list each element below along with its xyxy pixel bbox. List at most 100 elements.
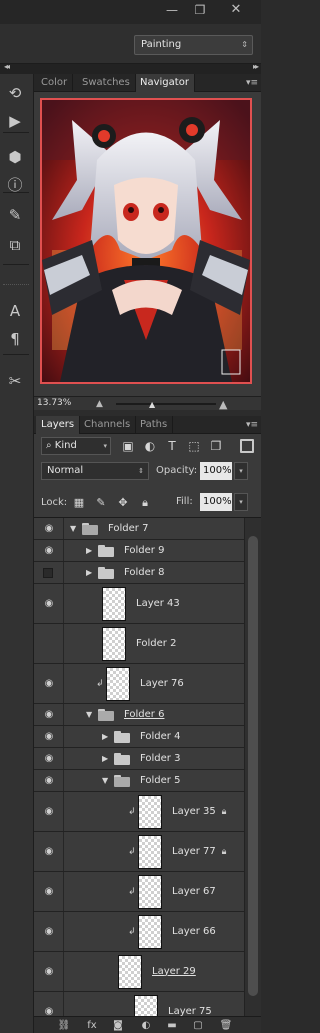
visibility-toggle[interactable]: ◉ [34, 792, 64, 831]
layer-group-row[interactable]: ◉ ▼ Folder 6 [34, 704, 244, 726]
visibility-toggle[interactable]: ◉ [34, 584, 64, 623]
layer-row[interactable]: ◉ Layer 75 [34, 992, 244, 1016]
chevron-right-icon[interactable]: ▶ [86, 568, 92, 578]
delete-layer-icon[interactable]: 🗑 [218, 1017, 234, 1033]
chevron-down-icon[interactable]: ▼ [70, 524, 76, 534]
layer-group-row[interactable]: ◉ ▼ Folder 7 [34, 518, 244, 540]
tab-channels[interactable]: Channels [79, 416, 137, 434]
chevron-down-icon[interactable]: ▼ [86, 710, 92, 720]
collapse-arrows-icon[interactable]: ◂◂ [4, 62, 10, 71]
tab-paths[interactable]: Paths [135, 416, 174, 434]
lock-position-icon[interactable]: ✥ [116, 496, 130, 510]
visibility-toggle[interactable]: ◉ [34, 726, 64, 747]
visibility-toggle[interactable] [34, 624, 64, 663]
eye-icon[interactable]: ◉ [43, 775, 55, 787]
eye-icon[interactable]: ◉ [43, 545, 55, 557]
add-mask-icon[interactable]: ◙ [110, 1017, 126, 1033]
layer-row[interactable]: Folder 2 [34, 624, 244, 664]
eye-icon[interactable]: ◉ [43, 966, 55, 978]
restore-button[interactable]: ❐ [186, 0, 214, 20]
filter-toggle[interactable] [240, 439, 254, 453]
layers-menu-icon[interactable]: ▾≡ [246, 416, 258, 434]
fx-icon[interactable]: fx [84, 1017, 100, 1033]
layer-row[interactable]: ◉ ↲ Layer 35 🔒︎ [34, 792, 244, 832]
blend-mode-select[interactable]: Normal ⇕ [41, 462, 149, 480]
eye-icon[interactable]: ◉ [43, 709, 55, 721]
visibility-toggle[interactable]: ◉ [34, 518, 64, 539]
fill-dropdown-icon[interactable]: ▾ [234, 493, 248, 511]
eye-icon[interactable]: ◉ [43, 753, 55, 765]
minimize-button[interactable]: — [158, 0, 186, 20]
chevron-down-icon[interactable]: ▼ [102, 776, 108, 786]
visibility-toggle[interactable]: ◉ [34, 832, 64, 871]
close-button[interactable]: ✕ [222, 0, 250, 20]
visibility-toggle[interactable]: ◉ [34, 664, 64, 703]
layers-scrollbar[interactable] [244, 518, 261, 1016]
layer-group-row[interactable]: ◉ ▶ Folder 9 [34, 540, 244, 562]
visibility-toggle[interactable]: ◉ [34, 540, 64, 561]
shape-filter-icon[interactable]: ⬚ [186, 438, 202, 454]
expand-arrows-icon[interactable]: ▸▸ [253, 62, 259, 71]
history-icon[interactable]: ⟲ [3, 82, 27, 104]
tool-presets-icon[interactable]: ✂ [3, 370, 27, 392]
new-group-icon[interactable]: ▬ [164, 1017, 180, 1033]
actions-play-icon[interactable]: ▶ [3, 110, 27, 132]
panels-header[interactable]: ▸▸ [34, 62, 261, 74]
filter-kind-select[interactable]: ⌕ Kind ▾ [41, 437, 111, 455]
brush-presets-icon[interactable]: ✎ [3, 204, 27, 226]
character-icon[interactable]: A [3, 300, 27, 322]
opacity-field[interactable]: 100% [200, 462, 232, 480]
layer-group-row[interactable]: ◉ ▶ Folder 3 [34, 748, 244, 770]
layer-row[interactable]: ◉ Layer 29 [34, 952, 244, 992]
pixel-filter-icon[interactable]: ▣ [120, 438, 136, 454]
visibility-toggle[interactable]: ◉ [34, 912, 64, 951]
hidden-visibility-box[interactable] [43, 567, 53, 578]
navigator-preview[interactable] [40, 98, 252, 384]
zoom-slider-thumb[interactable]: ▲ [149, 400, 155, 409]
tab-swatches[interactable]: Swatches [77, 74, 136, 92]
workspace-select[interactable]: Painting ⇕ [134, 35, 253, 55]
toolstrip-header[interactable]: ◂◂ [0, 62, 34, 74]
visibility-toggle[interactable]: ◉ [34, 770, 64, 791]
type-filter-icon[interactable]: T [164, 438, 180, 454]
visibility-toggle[interactable]: ◉ [34, 872, 64, 911]
scrollbar-thumb[interactable] [248, 536, 258, 996]
chevron-right-icon[interactable]: ▶ [102, 732, 108, 742]
layer-group-row[interactable]: ◉ ▼ Folder 5 [34, 770, 244, 792]
layer-group-row[interactable]: ◉ ▶ Folder 4 [34, 726, 244, 748]
visibility-toggle[interactable]: ◉ [34, 952, 64, 991]
eye-icon[interactable]: ◉ [43, 846, 55, 858]
tab-layers[interactable]: Layers [36, 416, 81, 434]
opacity-dropdown-icon[interactable]: ▾ [234, 462, 248, 480]
zoom-in-icon[interactable]: ▲ [219, 398, 227, 411]
adjustment-filter-icon[interactable]: ◐ [142, 438, 158, 454]
tab-color[interactable]: Color [36, 74, 74, 92]
link-layers-icon[interactable]: ⛓ [56, 1017, 72, 1033]
chevron-right-icon[interactable]: ▶ [102, 754, 108, 764]
fill-field[interactable]: 100% [200, 493, 232, 511]
tab-navigator[interactable]: Navigator [135, 74, 195, 92]
eye-icon[interactable]: ◉ [43, 523, 55, 535]
paragraph-icon[interactable]: ¶ [3, 328, 27, 350]
lock-all-icon[interactable]: 🔒︎ [138, 496, 152, 510]
new-layer-icon[interactable]: ▢ [190, 1017, 206, 1033]
layer-group-row[interactable]: ▶ Folder 8 [34, 562, 244, 584]
visibility-toggle[interactable] [34, 562, 64, 583]
zoom-out-icon[interactable]: ▲ [96, 399, 103, 409]
layer-row[interactable]: ◉ Layer 43 [34, 584, 244, 624]
eye-icon[interactable]: ◉ [43, 598, 55, 610]
layer-row[interactable]: ◉ ↲ Layer 67 [34, 872, 244, 912]
adjustment-layer-icon[interactable]: ◐ [138, 1017, 154, 1033]
zoom-slider[interactable] [116, 403, 216, 405]
eye-icon[interactable]: ◉ [43, 926, 55, 938]
smart-object-filter-icon[interactable]: ❐ [208, 438, 224, 454]
layer-row[interactable]: ◉ ↲ Layer 77 🔒︎ [34, 832, 244, 872]
layer-row[interactable]: ◉ ↲ Layer 66 [34, 912, 244, 952]
lock-image-icon[interactable]: ✎ [94, 496, 108, 510]
zoom-level[interactable]: 13.73% [37, 398, 71, 408]
lock-transparency-icon[interactable]: ▦ [72, 496, 86, 510]
chevron-right-icon[interactable]: ▶ [86, 546, 92, 556]
visibility-toggle[interactable]: ◉ [34, 992, 64, 1016]
visibility-toggle[interactable]: ◉ [34, 748, 64, 769]
clone-source-icon[interactable]: ⧉ [3, 234, 27, 256]
